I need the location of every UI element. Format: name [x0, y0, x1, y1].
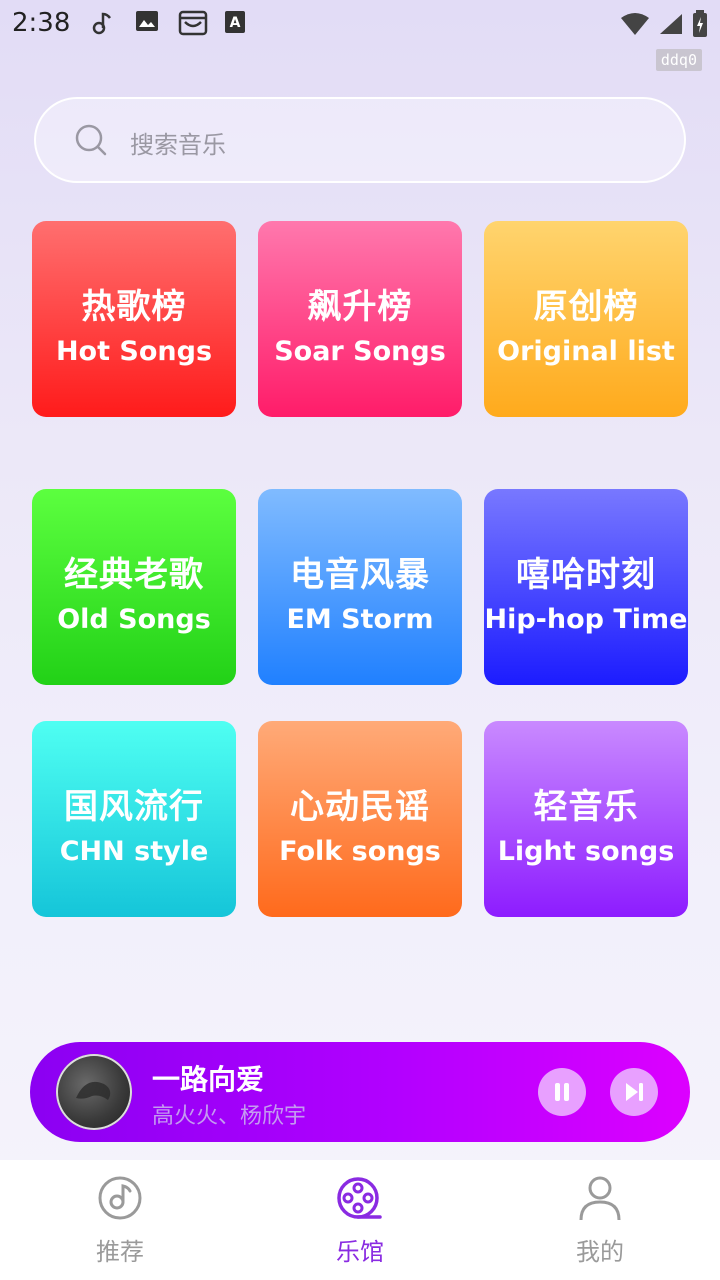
tile-title: 心动民谣 [290, 787, 430, 827]
music-notification-icon [90, 10, 116, 36]
debug-tag: ddq0 [655, 49, 702, 71]
category-original-list[interactable]: 原创榜 Original list [484, 221, 688, 417]
tile-subtitle: Original list [497, 336, 675, 367]
next-track-button[interactable] [610, 1068, 658, 1116]
tile-title: 嘻哈时刻 [516, 555, 656, 595]
nav-label: 我的 [576, 1238, 624, 1266]
signal-icon [658, 12, 684, 40]
category-em-storm[interactable]: 电音风暴 EM Storm [258, 489, 462, 685]
tile-title: 飙升榜 [307, 287, 413, 327]
category-chn-style[interactable]: 国风流行 CHN style [32, 721, 236, 917]
nav-tab-music-hall[interactable]: 乐馆 [240, 1160, 480, 1280]
bottom-nav: 推荐 乐馆 我的 [0, 1160, 720, 1280]
nav-label: 乐馆 [336, 1238, 384, 1266]
nav-label: 推荐 [96, 1238, 144, 1266]
tile-subtitle: Folk songs [279, 836, 441, 867]
song-artist: 高火火、杨欣宇 [152, 1104, 307, 1129]
notification-icons: A [90, 10, 248, 36]
search-placeholder: 搜索音乐 [130, 131, 226, 159]
category-light-songs[interactable]: 轻音乐 Light songs [484, 721, 688, 917]
tile-title: 热歌榜 [81, 287, 187, 327]
tile-subtitle: CHN style [59, 836, 209, 867]
inbox-notification-icon [178, 10, 208, 36]
search-icon [75, 124, 107, 156]
status-bar: 2:38 A ddq0 [0, 0, 720, 71]
tile-title: 经典老歌 [64, 555, 204, 595]
music-note-icon [98, 1176, 142, 1220]
category-soar-songs[interactable]: 飙升榜 Soar Songs [258, 221, 462, 417]
category-folk-songs[interactable]: 心动民谣 Folk songs [258, 721, 462, 917]
song-title: 一路向爱 [152, 1063, 265, 1096]
status-time: 2:38 [12, 8, 71, 38]
tile-subtitle: Hot Songs [55, 336, 213, 367]
person-icon [579, 1176, 621, 1221]
tile-title: 原创榜 [533, 287, 639, 327]
tile-subtitle: Old Songs [57, 604, 211, 635]
svg-text:A: A [230, 15, 241, 31]
pause-button[interactable] [538, 1068, 586, 1116]
category-old-songs[interactable]: 经典老歌 Old Songs [32, 489, 236, 685]
tile-subtitle: Light songs [497, 836, 675, 867]
battery-icon [692, 10, 708, 42]
tile-subtitle: Soar Songs [274, 336, 446, 367]
wifi-icon [620, 12, 650, 40]
album-art-image [76, 1081, 111, 1100]
mini-player[interactable]: 一路向爱 高火火、杨欣宇 [30, 1042, 690, 1142]
category-hot-songs[interactable]: 热歌榜 Hot Songs [32, 221, 236, 417]
image-notification-icon [134, 10, 160, 36]
tile-title: 国风流行 [64, 787, 204, 827]
search-input[interactable]: 搜索音乐 [34, 97, 686, 183]
system-icons [620, 10, 708, 42]
skip-next-icon [626, 1083, 643, 1101]
film-reel-icon [337, 1177, 382, 1219]
tile-title: 电音风暴 [290, 555, 430, 595]
pause-icon [555, 1083, 569, 1101]
tile-subtitle: EM Storm [286, 604, 434, 635]
nav-tab-recommend[interactable]: 推荐 [0, 1160, 240, 1280]
tile-subtitle: Hip-hop Time [484, 604, 688, 635]
album-art[interactable] [56, 1054, 132, 1130]
category-hiphop-time[interactable]: 嘻哈时刻 Hip-hop Time [484, 489, 688, 685]
tile-title: 轻音乐 [533, 787, 639, 827]
font-notification-icon: A [222, 10, 248, 36]
nav-tab-mine[interactable]: 我的 [480, 1160, 720, 1280]
